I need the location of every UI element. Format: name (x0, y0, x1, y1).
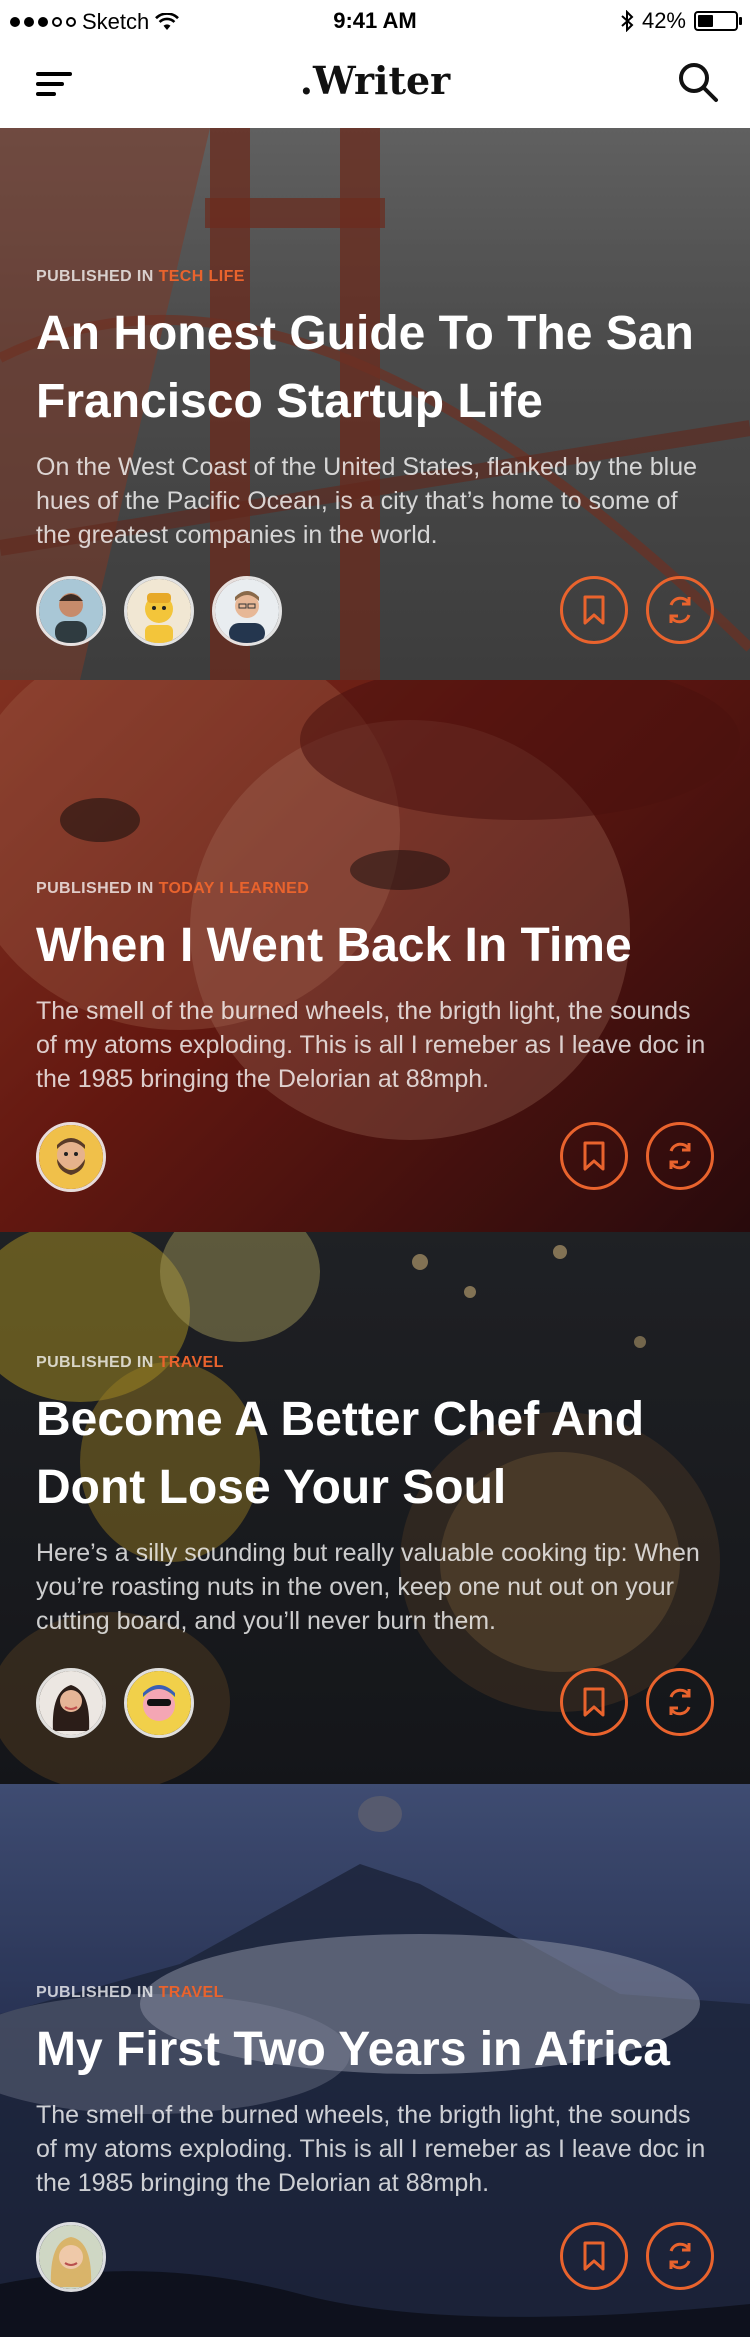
post-actions (560, 576, 714, 644)
published-in-label: PUBLISHED IN (36, 1984, 154, 2001)
avatar[interactable] (124, 576, 194, 646)
bookmark-button[interactable] (560, 2222, 628, 2290)
search-icon (679, 63, 718, 102)
post-card[interactable]: PUBLISHED IN TODAY I LEARNED When I Went… (0, 680, 750, 1232)
app-title: .Writer (0, 58, 750, 103)
post-category-link[interactable]: TODAY I LEARNED (159, 880, 310, 897)
share-button[interactable] (646, 576, 714, 644)
status-right: 42% (620, 8, 742, 34)
post-title[interactable]: My First Two Years in Africa (36, 2016, 714, 2084)
post-eyebrow: PUBLISHED IN TODAY I LEARNED (36, 880, 714, 898)
post-category-link[interactable]: TRAVEL (159, 1984, 224, 2001)
bookmark-icon (583, 2241, 605, 2271)
share-button[interactable] (646, 2222, 714, 2290)
published-in-label: PUBLISHED IN (36, 880, 154, 897)
brand-text: .Writer (299, 58, 451, 103)
post-title[interactable]: When I Went Back In Time (36, 912, 714, 980)
bluetooth-icon (621, 10, 634, 32)
published-in-label: PUBLISHED IN (36, 268, 154, 285)
post-excerpt: The smell of the burned wheels, the brig… (36, 2101, 706, 2197)
avatar[interactable] (124, 1668, 194, 1738)
nav-bar: .Writer (0, 40, 750, 128)
post-excerpt: On the West Coast of the United States, … (36, 453, 698, 549)
post-actions (560, 1668, 714, 1736)
post-content: PUBLISHED IN TRAVEL Become A Better Chef… (36, 1354, 714, 1638)
post-title[interactable]: Become A Better Chef And Dont Lose Your … (36, 1386, 714, 1522)
published-in-label: PUBLISHED IN (36, 1354, 154, 1371)
avatar[interactable] (36, 576, 106, 646)
bookmark-icon (583, 1141, 605, 1171)
post-actions (560, 1122, 714, 1190)
share-button[interactable] (646, 1668, 714, 1736)
post-footer (36, 1122, 714, 1194)
post-eyebrow: PUBLISHED IN TRAVEL (36, 1984, 714, 2002)
post-actions (560, 2222, 714, 2290)
post-eyebrow: PUBLISHED IN TECH LIFE (36, 268, 714, 286)
share-button[interactable] (646, 1122, 714, 1190)
battery-level (698, 15, 713, 27)
bookmark-icon (583, 1687, 605, 1717)
post-excerpt: Here’s a silly sounding but really valua… (36, 1539, 700, 1635)
post-footer (36, 2222, 714, 2294)
post-category-link[interactable]: TECH LIFE (159, 268, 245, 285)
refresh-icon (669, 596, 691, 624)
bookmark-button[interactable] (560, 576, 628, 644)
avatar[interactable] (212, 576, 282, 646)
bookmark-icon (583, 595, 605, 625)
post-content: PUBLISHED IN TRAVEL My First Two Years i… (36, 1984, 714, 2200)
battery-icon (694, 11, 742, 31)
post-content: PUBLISHED IN TECH LIFE An Honest Guide T… (36, 268, 714, 552)
refresh-icon (669, 1142, 691, 1170)
post-footer (36, 576, 714, 648)
post-excerpt: The smell of the burned wheels, the brig… (36, 997, 706, 1093)
post-card[interactable]: PUBLISHED IN TRAVEL Become A Better Chef… (0, 1232, 750, 1784)
refresh-icon (669, 1688, 691, 1716)
post-content: PUBLISHED IN TODAY I LEARNED When I Went… (36, 880, 714, 1096)
bookmark-button[interactable] (560, 1122, 628, 1190)
avatar[interactable] (36, 2222, 106, 2292)
post-eyebrow: PUBLISHED IN TRAVEL (36, 1354, 714, 1372)
search-button[interactable] (674, 58, 722, 106)
refresh-icon (669, 2242, 691, 2270)
status-bar: Sketch 9:41 AM 42% (0, 0, 750, 40)
post-title[interactable]: An Honest Guide To The San Francisco Sta… (36, 300, 714, 436)
post-card[interactable]: PUBLISHED IN TRAVEL My First Two Years i… (0, 1784, 750, 2337)
post-footer (36, 1668, 714, 1740)
bookmark-button[interactable] (560, 1668, 628, 1736)
post-card[interactable]: PUBLISHED IN TECH LIFE An Honest Guide T… (0, 128, 750, 680)
battery-percent: 42% (641, 8, 686, 33)
post-category-link[interactable]: TRAVEL (159, 1354, 224, 1371)
avatar[interactable] (36, 1668, 106, 1738)
avatar[interactable] (36, 1122, 106, 1192)
